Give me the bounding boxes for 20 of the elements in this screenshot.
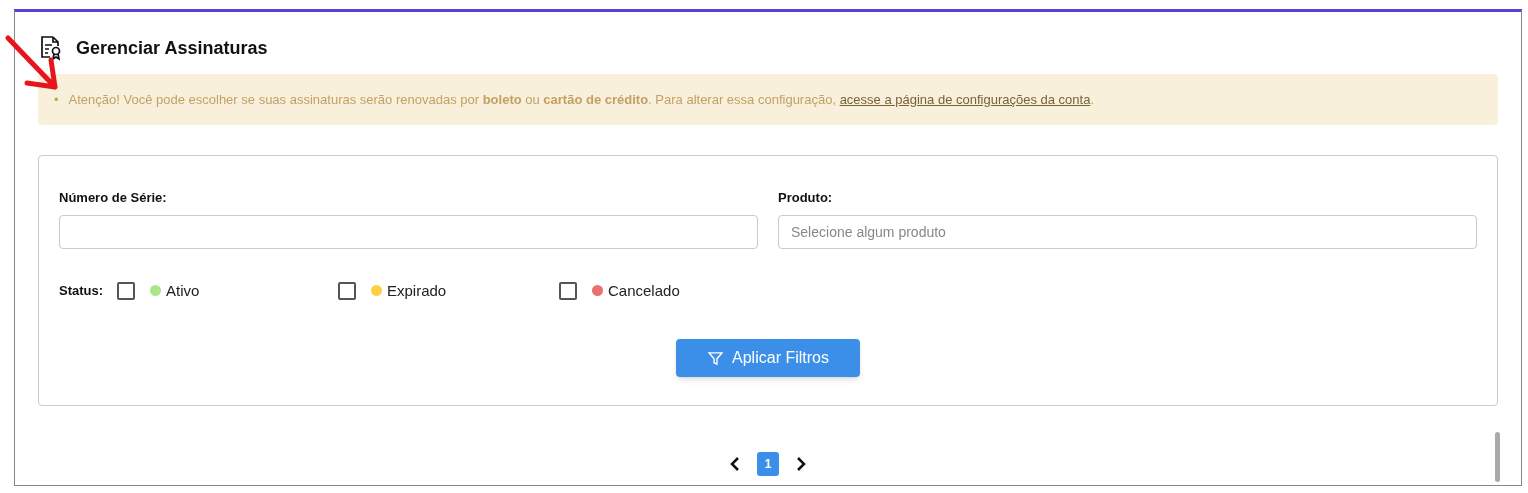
page-button[interactable]: 1 [757, 452, 779, 476]
status-option-label: Cancelado [608, 280, 680, 301]
apply-filters-button[interactable]: Aplicar Filtros [676, 339, 860, 377]
filter-icon [707, 349, 725, 367]
status-option-label: Expirado [387, 280, 447, 301]
bullet: • [54, 90, 59, 109]
checkbox[interactable] [117, 281, 135, 300]
status-option-label: Ativo [166, 280, 200, 301]
checkbox[interactable] [338, 281, 356, 300]
page-title: Gerenciar Assinaturas [76, 36, 268, 60]
alert-text: Atenção! Você pode escolher se suas assinaturas serão renovadas por boleto ou cartão de crédito. Para alterar essa configuração, acesse a página de configurações da conta. [68, 90, 1095, 109]
scrollbar-thumb[interactable] [1495, 432, 1500, 482]
product-select[interactable]: Selecione algum produto [778, 214, 1477, 249]
field-label: Produto: [778, 189, 834, 207]
next-page-icon[interactable] [795, 457, 807, 471]
field-label: Número de Série: [59, 189, 168, 207]
checkbox[interactable] [559, 281, 577, 300]
previous-page-icon[interactable] [729, 457, 741, 471]
status-label: Status: [59, 281, 105, 300]
serial-number-field[interactable] [59, 214, 758, 249]
